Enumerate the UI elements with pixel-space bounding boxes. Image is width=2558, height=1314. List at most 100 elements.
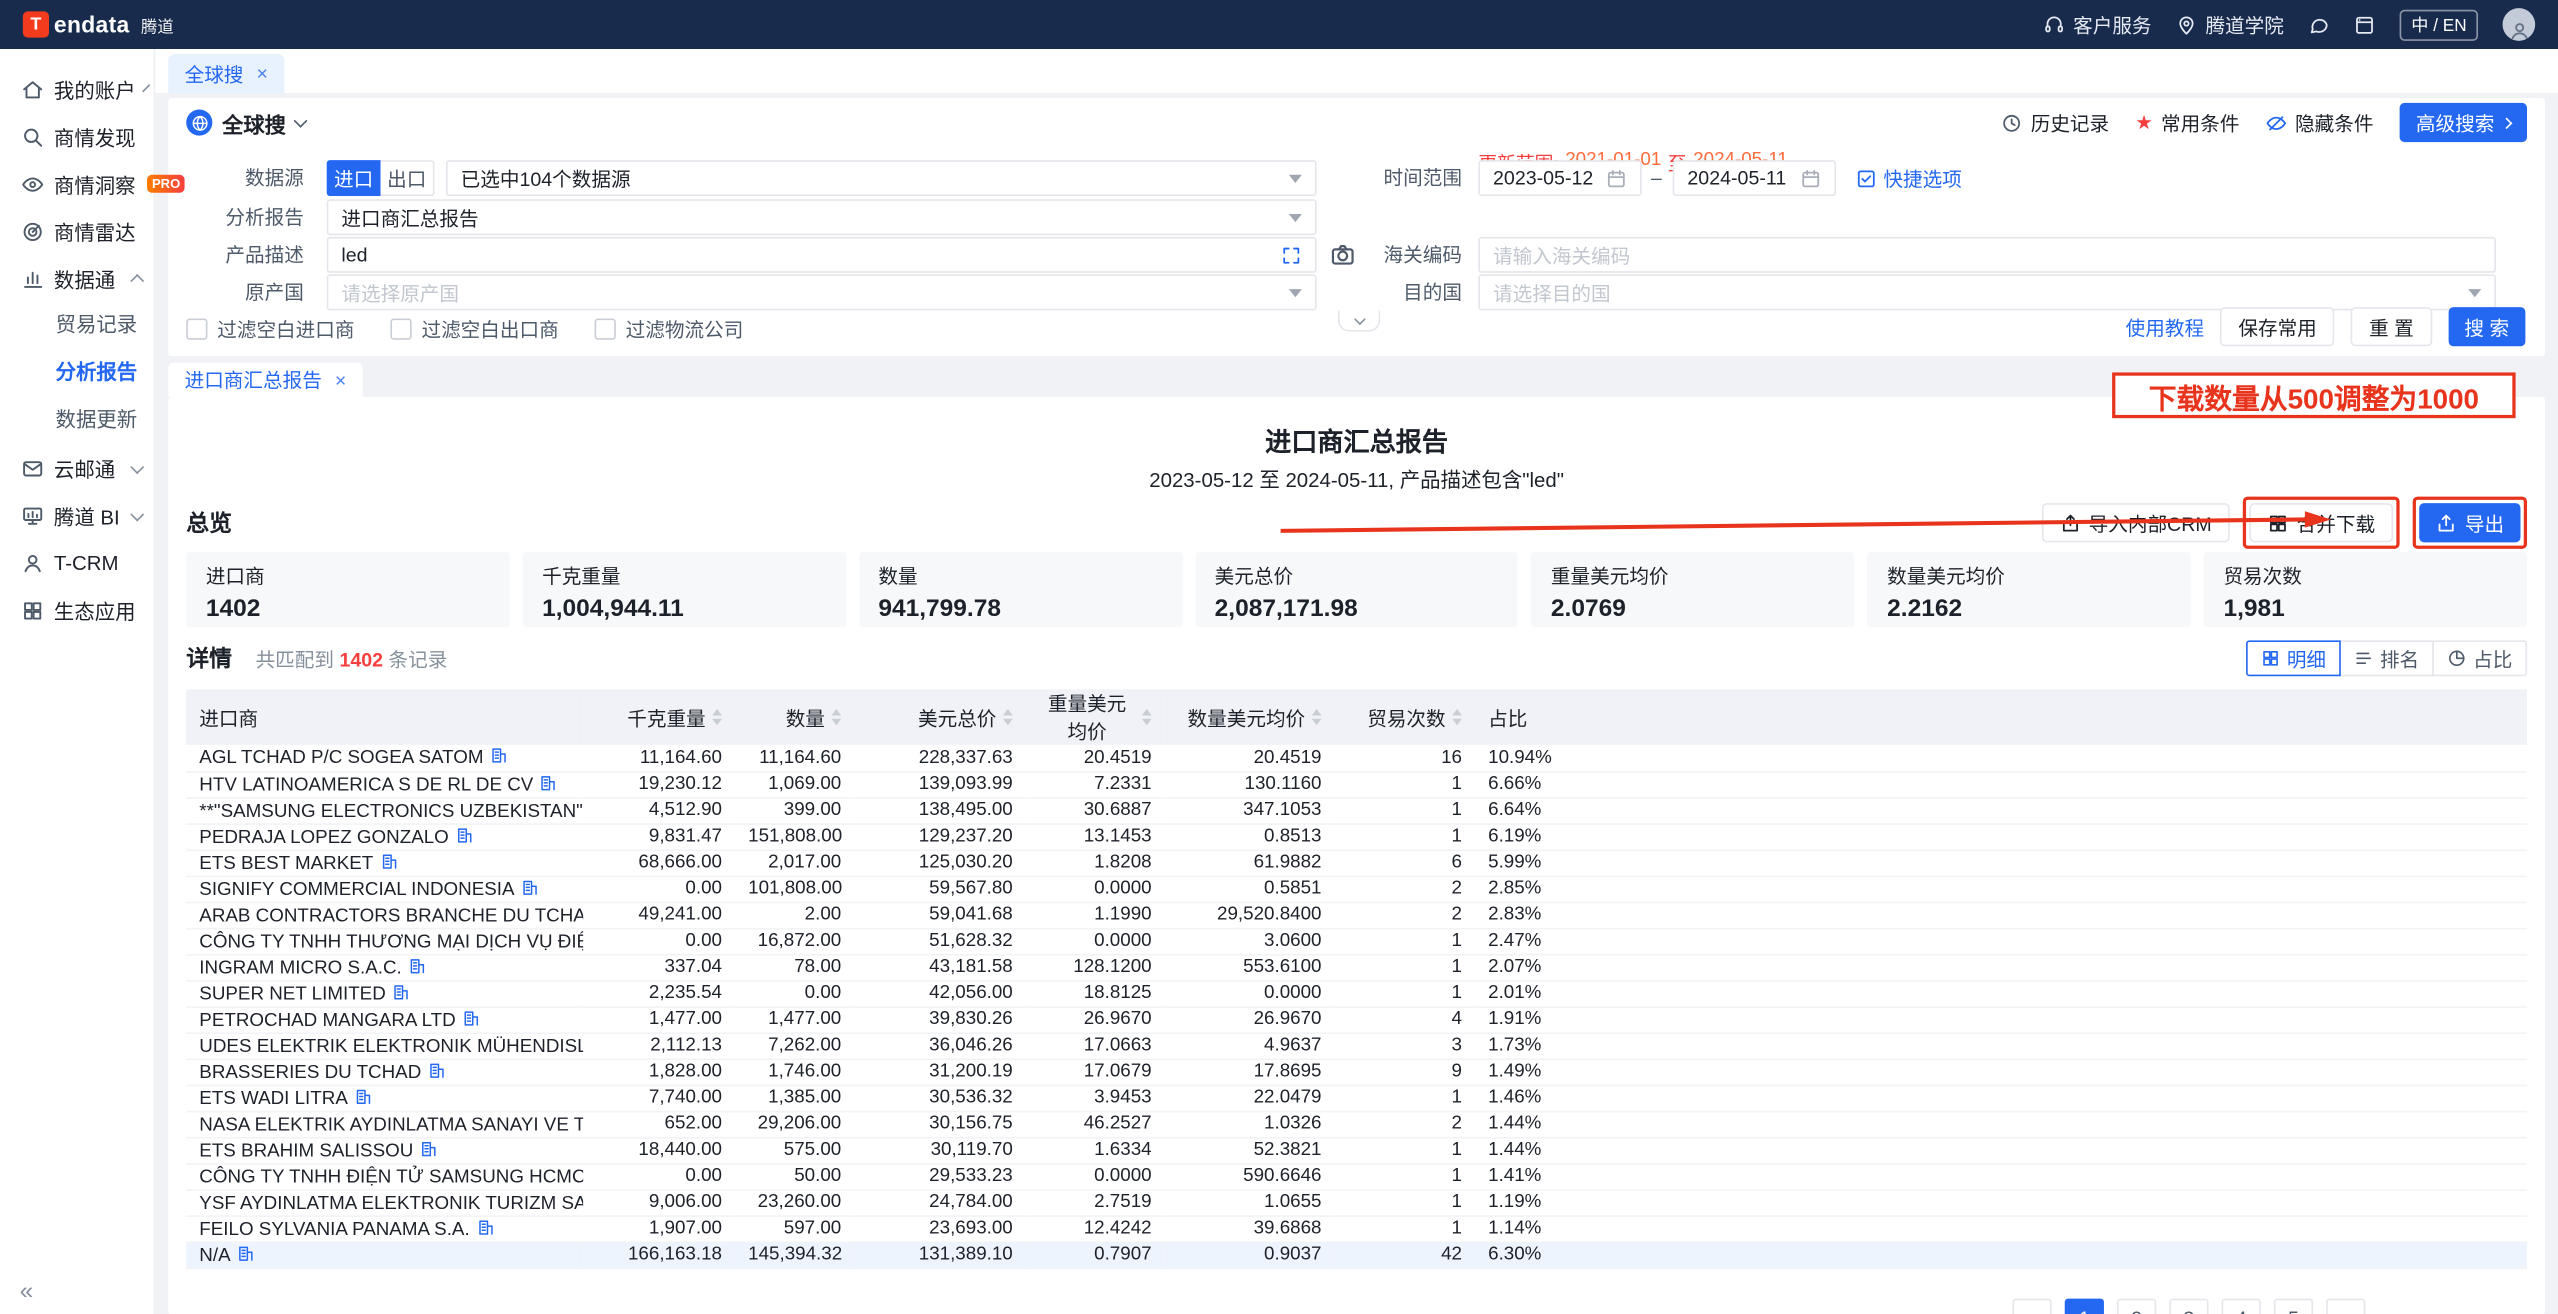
sidebar-item-data-update[interactable]: 数据更新	[0, 397, 154, 444]
prev-page-button[interactable]: ‹	[2012, 1299, 2051, 1314]
importer-cell[interactable]: YSF AYDINLATMA ELEKTRONIK TURIZM SANAYI …	[186, 1189, 583, 1215]
company-icon[interactable]	[462, 1009, 480, 1027]
importer-cell[interactable]: CÔNG TY TNHH ĐIỆN TỬ SAMSUNG HCMC CE COM…	[186, 1163, 583, 1189]
advanced-search-button[interactable]: 高级搜索	[2400, 103, 2527, 142]
close-icon[interactable]: ×	[256, 62, 267, 85]
page-button-4[interactable]: 4	[2222, 1299, 2261, 1314]
sidebar-item-data-hub[interactable]: 数据通	[0, 255, 154, 302]
hide-conditions-button[interactable]: 隐藏条件	[2266, 109, 2374, 137]
sidebar-item-biz-radar[interactable]: 商情雷达	[0, 207, 154, 254]
collapse-form-button[interactable]	[1338, 310, 1380, 331]
customer-service-link[interactable]: 客户服务	[2044, 11, 2152, 39]
quick-options-link[interactable]: 快捷选项	[1856, 160, 1962, 196]
column-header[interactable]: 美元总价	[854, 703, 1026, 731]
importer-cell[interactable]: FEILO SYLVANIA PANAMA S.A.	[186, 1215, 583, 1241]
import-crm-button[interactable]: 导入内部CRM	[2041, 503, 2229, 542]
company-icon[interactable]	[380, 852, 398, 870]
importer-cell[interactable]: CÔNG TY TNHH THƯƠNG MẠI DỊCH VỤ ĐIỆN MẠN…	[186, 928, 583, 954]
sidebar-item-biz-insight[interactable]: 商情洞察 PRO	[0, 160, 154, 207]
search-button[interactable]: 搜 索	[2448, 307, 2525, 346]
origin-country-select[interactable]: 请选择原产国	[327, 274, 1317, 310]
column-header[interactable]: 重量美元均价	[1026, 689, 1165, 745]
importer-cell[interactable]: HTV LATINOAMERICA S DE RL DE CV	[186, 771, 583, 797]
company-icon[interactable]	[476, 1218, 494, 1236]
company-icon[interactable]	[354, 1087, 372, 1105]
importer-cell[interactable]: AGL TCHAD P/C SOGEA SATOM	[186, 745, 583, 771]
date-to-input[interactable]: 2024-05-11	[1673, 160, 1836, 196]
view-ranking-button[interactable]: 排名	[2339, 640, 2434, 676]
company-icon[interactable]	[455, 826, 473, 844]
language-toggle[interactable]: 中 / EN	[2400, 9, 2478, 40]
importer-cell[interactable]: ETS BEST MARKET	[186, 849, 583, 875]
sidebar-item-trade-records[interactable]: 贸易记录	[0, 302, 154, 349]
importer-cell[interactable]: PEDRAJA LOPEZ GONZALO	[186, 823, 583, 849]
filter-blank-importer-checkbox[interactable]: 过滤空白进口商	[186, 315, 354, 343]
importer-cell[interactable]: UDES ELEKTRIK ELEKTRONIK MÜHENDISLIK SAN…	[186, 1032, 583, 1058]
importer-cell[interactable]: INGRAM MICRO S.A.C.	[186, 954, 583, 980]
sidebar-collapse-button[interactable]: «	[20, 1277, 34, 1305]
academy-link[interactable]: 腾道学院	[2176, 11, 2284, 39]
report-type-select[interactable]: 进口商汇总报告	[327, 199, 1317, 235]
product-description-input[interactable]: led	[327, 237, 1317, 273]
search-scope-dropdown[interactable]: 全球搜	[186, 107, 305, 138]
import-toggle[interactable]: 进口	[327, 160, 381, 196]
company-icon[interactable]	[490, 747, 508, 765]
fullscreen-icon[interactable]	[1281, 244, 1302, 265]
sort-icon[interactable]	[712, 709, 722, 725]
close-icon[interactable]: ×	[335, 368, 346, 391]
filter-blank-exporter-checkbox[interactable]: 过滤空白出口商	[390, 315, 558, 343]
company-icon[interactable]	[428, 1061, 446, 1079]
tab-report[interactable]: 进口商汇总报告 ×	[168, 363, 362, 397]
sort-icon[interactable]	[831, 709, 841, 725]
view-detail-button[interactable]: 明细	[2246, 640, 2341, 676]
sidebar-item-t-crm[interactable]: T-CRM	[0, 539, 154, 586]
data-source-select[interactable]: 已选中104个数据源	[446, 160, 1317, 196]
history-button[interactable]: 历史记录	[2001, 109, 2109, 137]
chat-icon[interactable]	[2308, 14, 2329, 35]
sidebar-item-eco-apps[interactable]: 生态应用	[0, 586, 154, 633]
importer-cell[interactable]: BRASSERIES DU TCHAD	[186, 1059, 583, 1085]
column-header[interactable]: 千克重量	[583, 703, 735, 731]
date-from-input[interactable]: 2023-05-12	[1478, 160, 1641, 196]
company-icon[interactable]	[408, 956, 426, 974]
reset-button[interactable]: 重 置	[2351, 307, 2432, 346]
sort-icon[interactable]	[1003, 709, 1013, 725]
sidebar-item-analysis-reports[interactable]: 分析报告	[0, 350, 154, 397]
importer-cell[interactable]: SUPER NET LIMITED	[186, 980, 583, 1006]
importer-cell[interactable]: SIGNIFY COMMERCIAL INDONESIA	[186, 876, 583, 902]
favorites-button[interactable]: ★ 常用条件	[2135, 109, 2239, 137]
company-icon[interactable]	[237, 1244, 255, 1262]
column-header[interactable]: 贸易次数	[1335, 703, 1475, 731]
avatar[interactable]	[2503, 8, 2536, 41]
sort-icon[interactable]	[1142, 709, 1152, 725]
column-header[interactable]: 数量	[735, 703, 854, 731]
sort-icon[interactable]	[1312, 709, 1322, 725]
page-button-5[interactable]: 5	[2274, 1299, 2313, 1314]
page-button-2[interactable]: 2	[2117, 1299, 2156, 1314]
importer-cell[interactable]: ARAB CONTRACTORS BRANCHE DU TCHAD	[186, 902, 583, 928]
save-conditions-button[interactable]: 保存常用	[2220, 307, 2334, 346]
page-button-3[interactable]: 3	[2169, 1299, 2208, 1314]
sidebar-item-my-account[interactable]: 我的账户	[0, 65, 154, 112]
sidebar-item-tendata-bi[interactable]: 腾道 BI	[0, 492, 154, 539]
next-page-button[interactable]: ›	[2326, 1299, 2365, 1314]
view-proportion-button[interactable]: 占比	[2432, 640, 2527, 676]
merge-download-button[interactable]: 合并下载	[2249, 503, 2393, 542]
company-icon[interactable]	[540, 773, 558, 791]
importer-cell[interactable]: PETROCHAD MANGARA LTD	[186, 1006, 583, 1032]
tab-global-search[interactable]: 全球搜 ×	[168, 54, 284, 93]
page-button-1[interactable]: 1	[2065, 1299, 2104, 1314]
sidebar-item-cloud-mail[interactable]: 云邮通	[0, 444, 154, 491]
export-button[interactable]: 导出	[2419, 503, 2520, 542]
importer-cell[interactable]: NASA ELEKTRIK AYDINLATMA SANAYI VE TICAR…	[186, 1111, 583, 1137]
sidebar-item-biz-discovery[interactable]: 商情发现	[0, 113, 154, 160]
company-icon[interactable]	[420, 1139, 438, 1157]
importer-cell[interactable]: N/A	[186, 1241, 583, 1267]
export-toggle[interactable]: 出口	[381, 160, 435, 196]
destination-country-select[interactable]: 请选择目的国	[1478, 274, 2496, 310]
external-link-icon[interactable]	[2354, 14, 2375, 35]
importer-cell[interactable]: ETS BRAHIM SALISSOU	[186, 1137, 583, 1163]
sort-icon[interactable]	[1452, 709, 1462, 725]
column-header[interactable]: 数量美元均价	[1165, 703, 1335, 731]
filter-logistics-checkbox[interactable]: 过滤物流公司	[595, 315, 744, 343]
